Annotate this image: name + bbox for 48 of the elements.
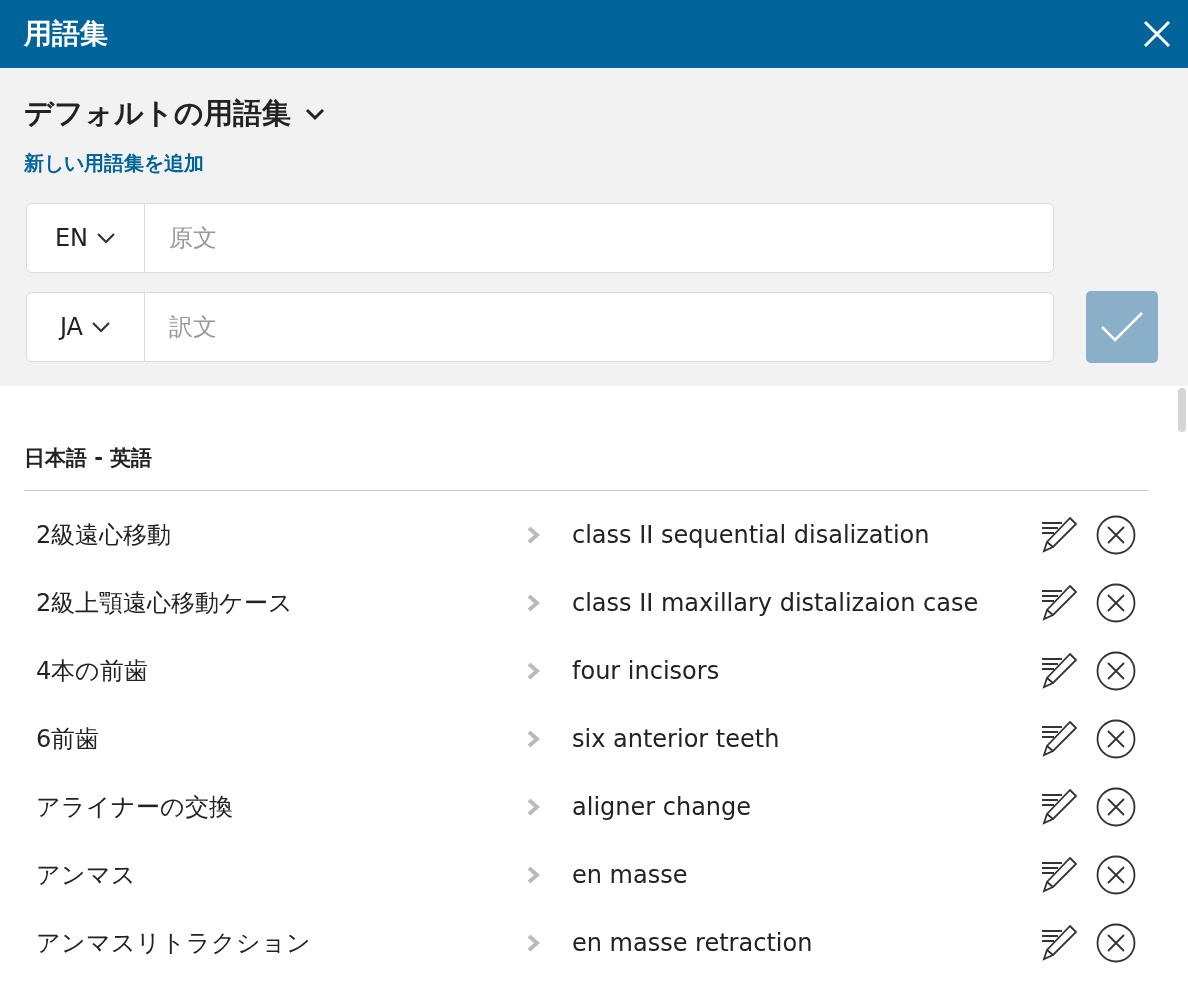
close-icon[interactable] (1142, 19, 1172, 49)
delete-icon[interactable] (1096, 923, 1136, 963)
target-term: aligner change (572, 793, 753, 821)
chevron-down-icon (305, 107, 325, 121)
delete-icon[interactable] (1096, 583, 1136, 623)
source-term: 2級上顎遠心移動ケース (35, 588, 295, 619)
chevron-down-icon (91, 321, 112, 333)
chevron-icon (526, 934, 540, 952)
language-dropdown[interactable]: JA (27, 293, 145, 361)
edit-icon[interactable] (1040, 652, 1078, 690)
source-term: 6前歯 (35, 724, 101, 755)
window-title: 用語集 (24, 16, 108, 52)
source-term: アンマス (35, 860, 137, 891)
chevron-icon (526, 662, 540, 680)
target-term: four incisors (572, 657, 721, 685)
source-term: 2級遠心移動 (35, 520, 173, 551)
chevron-down-icon (96, 232, 117, 244)
target-term: class II maxillary distalizaion case (572, 589, 980, 617)
delete-icon[interactable] (1096, 855, 1136, 895)
delete-icon[interactable] (1096, 787, 1136, 827)
chevron-icon (526, 730, 540, 748)
glossary-dropdown[interactable]: デフォルトの用語集 (24, 94, 325, 134)
edit-icon[interactable] (1040, 720, 1078, 758)
edit-icon[interactable] (1040, 788, 1078, 826)
source-term-field[interactable]: EN 原文 (26, 203, 1054, 273)
target-term-field[interactable]: JA 訳文 (26, 292, 1054, 362)
chevron-icon (526, 526, 540, 544)
edit-icon[interactable] (1040, 584, 1078, 622)
chevron-icon (526, 866, 540, 884)
delete-icon[interactable] (1096, 719, 1136, 759)
add-glossary-link[interactable]: 新しい用語集を追加 (24, 150, 204, 177)
source-term: 4本の前歯 (35, 656, 150, 687)
list-heading: 日本語 - 英語 (24, 444, 1148, 491)
edit-icon[interactable] (1040, 924, 1078, 962)
edit-icon[interactable] (1040, 856, 1078, 894)
edit-icon[interactable] (1040, 516, 1078, 554)
target-term: en masse (572, 861, 689, 889)
source-term: アライナーの交換 (35, 792, 234, 823)
delete-icon[interactable] (1096, 515, 1136, 555)
scrollbar-thumb[interactable] (1178, 388, 1186, 432)
chevron-icon (526, 798, 540, 816)
target-term: en masse retraction (572, 929, 814, 957)
target-term: class II sequential disalization (572, 521, 931, 549)
chevron-icon (526, 594, 540, 612)
language-dropdown[interactable]: EN (27, 204, 145, 272)
target-term: six anterior teeth (572, 725, 781, 753)
source-term: アンマスリトラクション (35, 928, 312, 959)
delete-icon[interactable] (1096, 651, 1136, 691)
